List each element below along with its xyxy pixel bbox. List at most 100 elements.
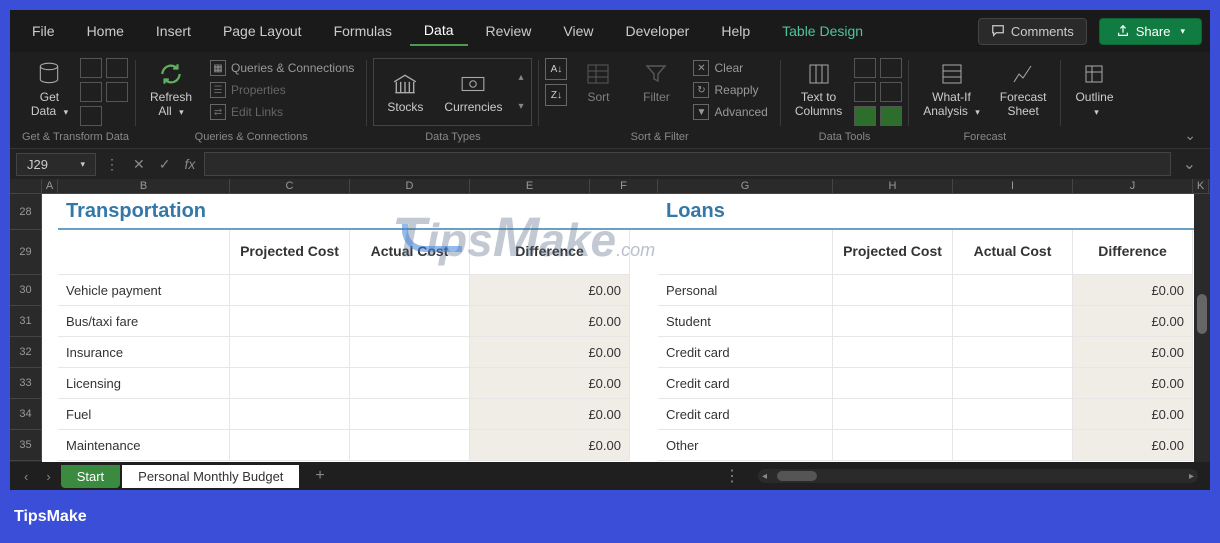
col-K[interactable]: K — [1193, 179, 1209, 193]
menu-table-design[interactable]: Table Design — [768, 17, 877, 45]
diff-cell[interactable]: £0.00 — [470, 337, 629, 368]
row-35[interactable]: 35 — [10, 430, 42, 461]
row-31[interactable]: 31 — [10, 306, 42, 337]
scroll-down-icon[interactable]: ▾ — [518, 101, 523, 112]
refresh-all-button[interactable]: Refresh All ▾ — [142, 58, 200, 121]
menu-developer[interactable]: Developer — [612, 17, 704, 45]
remove-dupes-icon[interactable] — [854, 82, 876, 102]
diff-cell[interactable]: £0.00 — [1073, 399, 1192, 430]
cell[interactable] — [230, 399, 349, 430]
scroll-up-icon[interactable]: ▴ — [518, 72, 523, 83]
diff-cell[interactable]: £0.00 — [470, 306, 629, 337]
row-30[interactable]: 30 — [10, 275, 42, 306]
enter-icon[interactable]: ✓ — [154, 156, 176, 173]
table-row[interactable]: Licensing — [58, 368, 229, 399]
filter-button[interactable]: Filter — [629, 58, 683, 106]
cell[interactable] — [953, 275, 1072, 306]
collapse-ribbon-icon[interactable]: ⌄ — [1184, 127, 1196, 144]
cell[interactable] — [350, 430, 469, 461]
row-33[interactable]: 33 — [10, 368, 42, 399]
diff-cell[interactable]: £0.00 — [1073, 368, 1192, 399]
from-text-icon[interactable] — [80, 58, 102, 78]
row-34[interactable]: 34 — [10, 399, 42, 430]
scroll-right-icon[interactable]: ▸ — [1185, 471, 1198, 482]
row-28[interactable]: 28 — [10, 194, 42, 230]
table-row[interactable]: Credit card — [658, 399, 832, 430]
menu-help[interactable]: Help — [707, 17, 764, 45]
table-row[interactable]: Vehicle payment — [58, 275, 229, 306]
sheet-options-icon[interactable]: ⋮ — [714, 466, 750, 486]
diff-cell[interactable]: £0.00 — [1073, 430, 1192, 461]
menu-page-layout[interactable]: Page Layout — [209, 17, 316, 45]
cell[interactable] — [230, 337, 349, 368]
row-29[interactable]: 29 — [10, 230, 42, 275]
edit-links-button[interactable]: ⇄Edit Links — [204, 102, 360, 122]
col-H[interactable]: H — [833, 179, 953, 193]
outline-button[interactable]: Outline▾ — [1067, 58, 1121, 121]
col-G[interactable]: G — [658, 179, 833, 193]
get-data-button[interactable]: Get Data ▾ — [22, 58, 76, 121]
menu-home[interactable]: Home — [73, 17, 138, 45]
cell[interactable] — [230, 306, 349, 337]
existing-conn-icon[interactable] — [106, 82, 128, 102]
col-A[interactable]: A — [42, 179, 58, 193]
sort-button[interactable]: Sort — [571, 58, 625, 106]
diff-cell[interactable]: £0.00 — [470, 368, 629, 399]
share-button[interactable]: Share ▾ — [1099, 18, 1202, 45]
comments-button[interactable]: Comments — [978, 18, 1087, 45]
add-sheet-button[interactable]: + — [301, 467, 338, 485]
table-row[interactable]: Bus/taxi fare — [58, 306, 229, 337]
diff-cell[interactable]: £0.00 — [1073, 275, 1192, 306]
relationships-icon[interactable] — [880, 82, 902, 102]
menu-file[interactable]: File — [18, 17, 69, 45]
cell[interactable] — [833, 368, 952, 399]
cell[interactable] — [230, 368, 349, 399]
table-row[interactable]: Student — [658, 306, 832, 337]
row-32[interactable]: 32 — [10, 337, 42, 368]
cell[interactable] — [350, 337, 469, 368]
tab-nav-next[interactable]: › — [38, 469, 58, 484]
diff-cell[interactable]: £0.00 — [470, 275, 629, 306]
menu-insert[interactable]: Insert — [142, 17, 205, 45]
col-I[interactable]: I — [953, 179, 1073, 193]
advanced-button[interactable]: ▼Advanced — [687, 102, 773, 122]
cell[interactable] — [833, 337, 952, 368]
diff-cell[interactable]: £0.00 — [1073, 337, 1192, 368]
cell[interactable] — [953, 430, 1072, 461]
text-to-columns-button[interactable]: Text to Columns — [787, 58, 850, 121]
table-row[interactable]: Insurance — [58, 337, 229, 368]
cell[interactable] — [230, 275, 349, 306]
fx-icon[interactable]: fx — [179, 156, 200, 172]
properties-button[interactable]: ☰Properties — [204, 80, 360, 100]
cell[interactable] — [350, 275, 469, 306]
recent-sources-icon[interactable] — [106, 58, 128, 78]
cell[interactable] — [350, 399, 469, 430]
col-D[interactable]: D — [350, 179, 470, 193]
data-validation-icon[interactable] — [854, 106, 876, 126]
cell[interactable] — [350, 368, 469, 399]
cell[interactable] — [833, 430, 952, 461]
menu-data[interactable]: Data — [410, 16, 468, 46]
menu-review[interactable]: Review — [472, 17, 546, 45]
sheet-tab-start[interactable]: Start — [61, 465, 120, 488]
name-box[interactable]: J29 ▾ — [16, 153, 96, 176]
formula-input[interactable] — [204, 152, 1170, 176]
diff-cell[interactable]: £0.00 — [470, 430, 629, 461]
horizontal-scrollbar[interactable]: ◂ ▸ — [758, 469, 1198, 483]
menu-view[interactable]: View — [549, 17, 607, 45]
cell[interactable] — [953, 337, 1072, 368]
cancel-icon[interactable]: ✕ — [128, 156, 150, 173]
table-row[interactable]: Personal — [658, 275, 832, 306]
sort-az-icon[interactable]: A↓ — [545, 58, 567, 80]
menu-formulas[interactable]: Formulas — [320, 17, 406, 45]
cell[interactable] — [953, 306, 1072, 337]
cell[interactable] — [230, 430, 349, 461]
col-E[interactable]: E — [470, 179, 590, 193]
diff-cell[interactable]: £0.00 — [1073, 306, 1192, 337]
vertical-scrollbar[interactable] — [1194, 194, 1210, 462]
reapply-button[interactable]: ↻Reapply — [687, 80, 773, 100]
col-F[interactable]: F — [590, 179, 658, 193]
cell[interactable] — [833, 275, 952, 306]
cell[interactable] — [350, 306, 469, 337]
table-row[interactable]: Fuel — [58, 399, 229, 430]
